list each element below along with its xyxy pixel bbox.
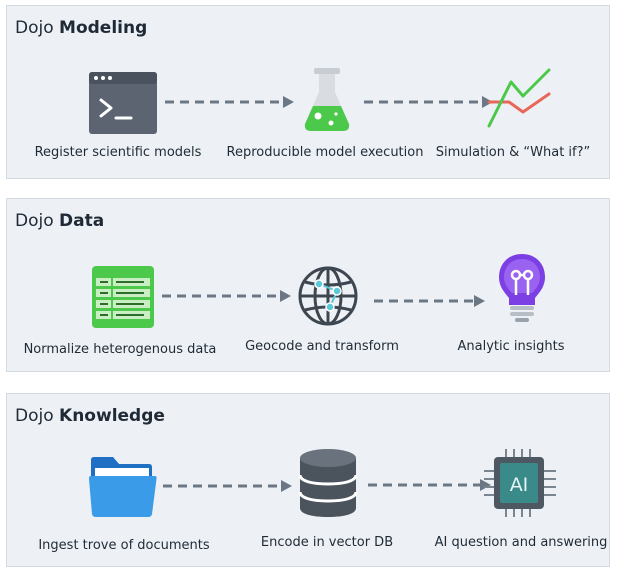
flask-icon	[304, 68, 350, 131]
lightbulb-icon	[499, 254, 545, 322]
svg-text:AI: AI	[510, 474, 529, 496]
flow-arrow	[364, 96, 493, 108]
modeling-panel: Dojo Modeling Register scientific models…	[6, 5, 610, 179]
database-icon	[299, 449, 357, 517]
panel-title: Dojo Data	[15, 211, 105, 231]
flow-arrow	[162, 290, 291, 302]
globe-network-icon	[298, 266, 358, 326]
panel-title: Dojo Modeling	[15, 18, 148, 38]
step-label: Geocode and transform	[245, 339, 399, 354]
panel-title: Dojo Knowledge	[15, 406, 165, 426]
flow-arrow	[165, 96, 294, 108]
step-label: AI question and answering	[434, 535, 608, 550]
spreadsheet-icon	[92, 266, 154, 328]
flow-arrow	[374, 295, 485, 307]
folder-icon	[89, 457, 157, 517]
ai-chip-icon: AI	[484, 449, 556, 517]
step-label: Register scientific models	[34, 145, 202, 160]
flow-arrow	[368, 479, 491, 491]
step-label: Encode in vector DB	[260, 535, 394, 550]
step-label: Reproducible model execution	[226, 145, 424, 160]
flow-arrow	[163, 480, 292, 492]
step-label: Normalize heterogenous data	[23, 342, 217, 357]
step-label: Simulation & “What if?”	[435, 145, 591, 160]
step-label: Analytic insights	[457, 339, 565, 354]
line-chart-icon	[487, 68, 551, 128]
knowledge-panel: Dojo Knowledge AI Ingest trove of docume…	[6, 393, 610, 567]
data-panel: Dojo Data Normalize heterogenous data Ge…	[6, 198, 610, 372]
terminal-window-icon	[89, 72, 157, 134]
step-label: Ingest trove of documents	[38, 538, 210, 553]
